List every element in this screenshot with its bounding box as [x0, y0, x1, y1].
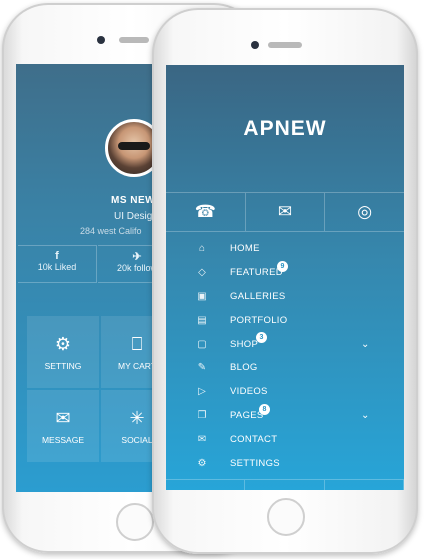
tile-label: SOCIAL [121, 435, 153, 445]
menu-item-label: FEATURED [230, 267, 283, 279]
twitter-followers: 20k follow [116, 263, 158, 273]
image-icon: ▣ [197, 290, 207, 302]
home-icon: ⌂ [198, 243, 206, 255]
app-title: APNEW [243, 117, 327, 140]
sunglasses-icon [118, 142, 150, 150]
menu-item-label: VIDEOS [230, 386, 268, 398]
quick-action-bar: ☎ ✉ ◎ [166, 192, 404, 232]
menu-item-label: GALLERIES [230, 290, 286, 302]
menu-item-portfolio[interactable]: ▤ PORTFOLIO [166, 308, 404, 332]
profile-address: 284 west Califo [80, 226, 142, 236]
tile-message[interactable]: ✉ MESSAGE [27, 390, 99, 462]
pages-icon: ❐ [197, 409, 207, 421]
menu-item-blog[interactable]: ✎ BLOG [166, 356, 404, 380]
bag-icon: ▢ [197, 338, 207, 350]
chevron-down-icon[interactable]: ⌄ [361, 410, 369, 421]
facebook-stat[interactable]: f 10k Liked [18, 245, 97, 283]
count-badge: 8 [259, 403, 270, 415]
chevron-down-icon[interactable]: ⌄ [361, 339, 369, 350]
menu-item-label: SETTINGS [230, 457, 280, 469]
home-button[interactable] [116, 503, 154, 541]
diamond-icon: ◇ [198, 267, 206, 279]
front-phone-frame: APNEW ☎ ✉ ◎ ⌂ HOME ◇ FEATURED 9 ▣ GALLER… [152, 8, 418, 554]
menu-item-label: HOME [230, 243, 260, 255]
menu-item-videos[interactable]: ▷ VIDEOS [166, 380, 404, 404]
speaker-grille [119, 37, 149, 43]
menu-item-shop[interactable]: ▢ SHOP 3 ⌄ [166, 332, 404, 356]
speaker-grille [268, 42, 302, 48]
envelope-icon: ✉ [197, 433, 207, 445]
menu-item-featured[interactable]: ◇ FEATURED 9 [166, 260, 404, 285]
facebook-likes: 10k Liked [37, 262, 77, 272]
phone-icon[interactable]: ☎ [166, 193, 246, 231]
gear-icon: ⚙ [54, 334, 72, 354]
camera-icon [97, 36, 105, 44]
menu-item-label: PORTFOLIO [230, 314, 288, 326]
bottom-tab[interactable] [245, 480, 325, 490]
nav-menu: ⌂ HOME ◇ FEATURED 9 ▣ GALLERIES ▤ PORTFO… [166, 237, 404, 475]
menu-item-home[interactable]: ⌂ HOME [166, 237, 404, 261]
menu-item-label: SHOP [230, 338, 259, 350]
home-button[interactable] [267, 498, 305, 536]
mail-open-icon[interactable]: ✉ [246, 193, 326, 231]
menu-screen: APNEW ☎ ✉ ◎ ⌂ HOME ◇ FEATURED 9 ▣ GALLER… [166, 65, 404, 490]
edit-icon: ✎ [197, 362, 207, 374]
globe-icon[interactable]: ◎ [325, 193, 404, 231]
count-badge: 3 [256, 332, 267, 344]
facebook-icon: f [55, 250, 59, 262]
bottom-tab-bar [166, 479, 404, 490]
camera-icon [251, 41, 259, 49]
count-badge: 9 [277, 260, 288, 272]
briefcase-icon: ▤ [197, 314, 207, 326]
menu-item-pages[interactable]: ❐ PAGES 8 ⌄ [166, 403, 404, 428]
menu-item-label: CONTACT [230, 433, 278, 445]
tile-label: MY CART [118, 361, 156, 371]
bottom-tab[interactable] [325, 480, 404, 490]
menu-item-label: BLOG [230, 362, 258, 374]
menu-item-galleries[interactable]: ▣ GALLERIES [166, 285, 404, 309]
tile-setting[interactable]: ⚙ SETTING [27, 316, 99, 388]
bottom-tab[interactable] [166, 480, 246, 490]
menu-item-settings[interactable]: ⚙ SETTINGS [166, 451, 404, 475]
menu-item-contact[interactable]: ✉ CONTACT [166, 427, 404, 451]
video-icon: ▷ [198, 386, 206, 398]
envelope-icon: ✉ [55, 408, 71, 428]
gear-icon: ⚙ [197, 457, 207, 469]
tile-label: SETTING [44, 361, 82, 371]
tile-label: MESSAGE [41, 435, 85, 445]
